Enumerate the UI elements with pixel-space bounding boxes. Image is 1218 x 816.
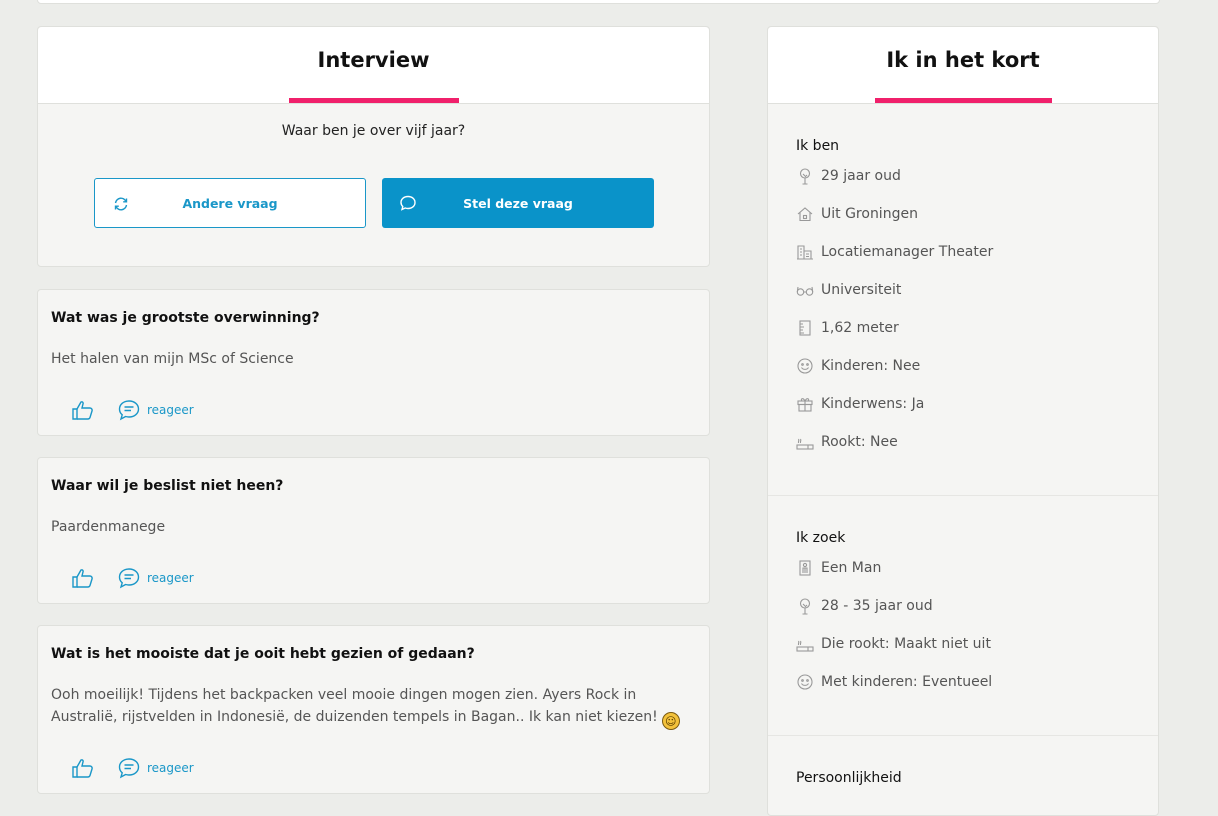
section-divider	[768, 495, 1158, 496]
profile-row: 29 jaar oud	[796, 157, 1136, 195]
qa-question: Wat is het mooiste dat je ooit hebt gezi…	[51, 646, 475, 662]
react-button[interactable]: reageer	[117, 757, 194, 779]
ik-zoek-section: Ik zoek Een Man 28 - 35 jaar oud Die roo…	[796, 530, 1136, 701]
comment-icon	[118, 758, 140, 779]
interview-title-underline	[289, 98, 459, 103]
comment-icon	[118, 400, 140, 421]
glasses-icon	[796, 286, 814, 296]
smiley-icon	[797, 358, 813, 374]
profile-row: Een Man	[796, 549, 1136, 587]
profile-summary-header: Ik in het kort	[768, 27, 1158, 104]
thumbs-up-icon[interactable]	[71, 567, 95, 589]
interview-card-header: Interview	[38, 27, 709, 104]
ask-question-button[interactable]: Stel deze vraag	[382, 178, 654, 228]
house-icon	[797, 207, 813, 222]
other-question-label: Andere vraag	[182, 195, 278, 211]
profile-row: Universiteit	[796, 271, 1136, 309]
profile-row: Rookt: Nee	[796, 423, 1136, 461]
grinning-sweat-emoji-icon: ☺	[661, 712, 680, 730]
qa-answer: Paardenmanege	[51, 519, 166, 535]
profile-row: 28 - 35 jaar oud	[796, 587, 1136, 625]
profile-row: 1,62 meter	[796, 309, 1136, 347]
profile-row: Met kinderen: Eventueel	[796, 663, 1136, 701]
cigarette-icon	[796, 640, 814, 652]
building-icon	[797, 245, 813, 260]
gift-icon	[797, 398, 813, 412]
profile-row: Kinderwens: Ja	[796, 385, 1136, 423]
react-button[interactable]: reageer	[117, 567, 194, 589]
tree-icon	[799, 598, 811, 615]
thumbs-up-icon[interactable]	[71, 399, 95, 421]
react-button[interactable]: reageer	[117, 399, 194, 421]
profile-row: Uit Groningen	[796, 195, 1136, 233]
qa-answer-text: Ooh moeilijk! Tijdens het backpacken vee…	[51, 687, 658, 725]
qa-card: Wat was je grootste overwinning? Het hal…	[37, 289, 710, 436]
persoonlijkheid-section: Persoonlijkheid	[796, 770, 1136, 786]
qa-answer: Ooh moeilijk! Tijdens het backpacken vee…	[51, 684, 691, 730]
thumbs-up-icon[interactable]	[71, 757, 95, 779]
tree-icon	[799, 168, 811, 185]
ruler-icon	[799, 320, 811, 336]
ik-zoek-title: Ik zoek	[796, 530, 846, 546]
profile-summary-underline	[875, 98, 1052, 103]
smiley-icon	[797, 674, 813, 690]
react-label: reageer	[147, 761, 194, 775]
chat-bubble-icon	[400, 195, 416, 211]
refresh-icon	[114, 197, 128, 211]
interview-title: Interview	[317, 48, 430, 72]
qa-actions: reageer	[71, 757, 194, 779]
qa-question: Wat was je grootste overwinning?	[51, 310, 320, 326]
qa-question: Waar wil je beslist niet heen?	[51, 478, 284, 494]
section-divider	[768, 735, 1158, 736]
react-label: reageer	[147, 403, 194, 417]
react-label: reageer	[147, 571, 194, 585]
person-icon	[799, 560, 811, 576]
top-card-edge	[37, 0, 1160, 4]
comment-icon	[118, 568, 140, 589]
qa-card: Waar wil je beslist niet heen? Paardenma…	[37, 457, 710, 604]
cigarette-icon	[796, 438, 814, 450]
qa-actions: reageer	[71, 567, 194, 589]
qa-actions: reageer	[71, 399, 194, 421]
ask-question-label: Stel deze vraag	[463, 195, 573, 211]
profile-summary-card: Ik in het kort Ik ben 29 jaar oud Uit Gr…	[767, 26, 1159, 816]
profile-summary-title: Ik in het kort	[886, 48, 1040, 72]
qa-answer: Het halen van mijn MSc of Science	[51, 351, 294, 367]
ik-ben-section: Ik ben 29 jaar oud Uit Groningen Locatie…	[796, 138, 1136, 461]
interview-question: Waar ben je over vijf jaar?	[281, 123, 466, 139]
profile-row: Locatiemanager Theater	[796, 233, 1136, 271]
profile-row: Die rookt: Maakt niet uit	[796, 625, 1136, 663]
interview-card: Interview Waar ben je over vijf jaar? An…	[37, 26, 710, 267]
ik-ben-title: Ik ben	[796, 138, 840, 154]
profile-row: Kinderen: Nee	[796, 347, 1136, 385]
persoonlijkheid-title: Persoonlijkheid	[796, 770, 902, 786]
other-question-button[interactable]: Andere vraag	[94, 178, 366, 228]
qa-card: Wat is het mooiste dat je ooit hebt gezi…	[37, 625, 710, 794]
